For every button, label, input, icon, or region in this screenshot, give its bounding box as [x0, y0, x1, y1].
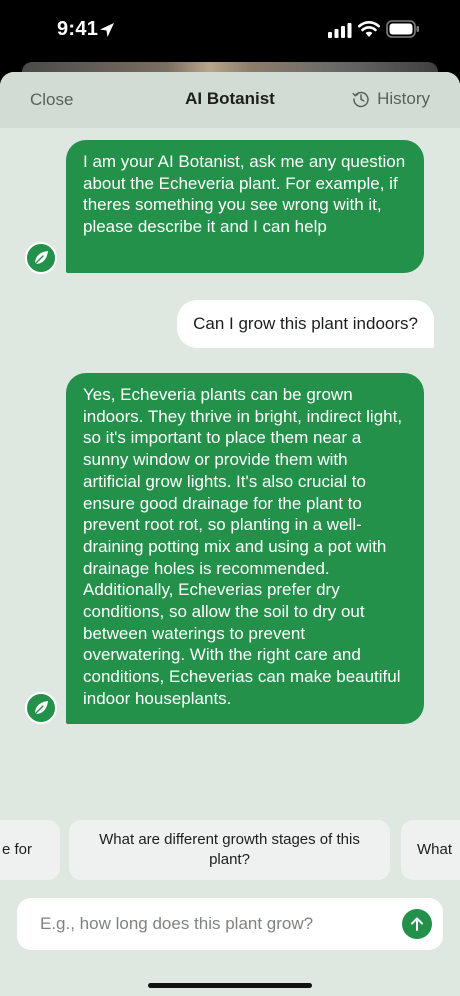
suggestion-chip[interactable]: What are different growth stages of this… — [69, 820, 390, 880]
wifi-icon — [358, 21, 380, 37]
suggestion-chips: e for What are different growth stages o… — [0, 820, 460, 880]
send-button[interactable] — [402, 909, 432, 939]
message-composer — [17, 898, 443, 950]
bot-message-text: I am your AI Botanist, ask me any questi… — [83, 152, 406, 237]
battery-icon — [386, 20, 419, 38]
location-arrow-icon — [100, 23, 114, 37]
bot-avatar — [25, 692, 57, 724]
bot-message: I am your AI Botanist, ask me any questi… — [66, 140, 424, 273]
ai-botanist-sheet: Close AI Botanist History I am your AI B… — [0, 72, 460, 996]
nav-bar: Close AI Botanist History — [0, 72, 460, 128]
clock-history-icon — [352, 91, 369, 108]
suggestion-chip[interactable]: e for — [0, 820, 60, 880]
arrow-up-icon — [411, 917, 423, 931]
suggestion-chip[interactable]: What — [401, 820, 460, 880]
user-message-text: Can I grow this plant indoors? — [193, 314, 418, 333]
bot-avatar — [25, 242, 57, 274]
message-input[interactable] — [40, 898, 390, 950]
bot-message: Yes, Echeveria plants can be grown indoo… — [66, 373, 424, 724]
home-indicator — [148, 983, 312, 988]
history-label: History — [377, 89, 430, 108]
close-button[interactable]: Close — [30, 90, 73, 110]
history-button[interactable]: History — [352, 89, 430, 109]
user-message: Can I grow this plant indoors? — [177, 300, 434, 348]
bot-message-text: Yes, Echeveria plants can be grown indoo… — [83, 385, 403, 708]
status-time: 9:41 — [57, 18, 99, 40]
signal-icon — [328, 23, 352, 38]
leaf-icon — [34, 701, 48, 715]
status-bar: 9:41 — [0, 0, 460, 62]
leaf-icon — [34, 251, 48, 265]
